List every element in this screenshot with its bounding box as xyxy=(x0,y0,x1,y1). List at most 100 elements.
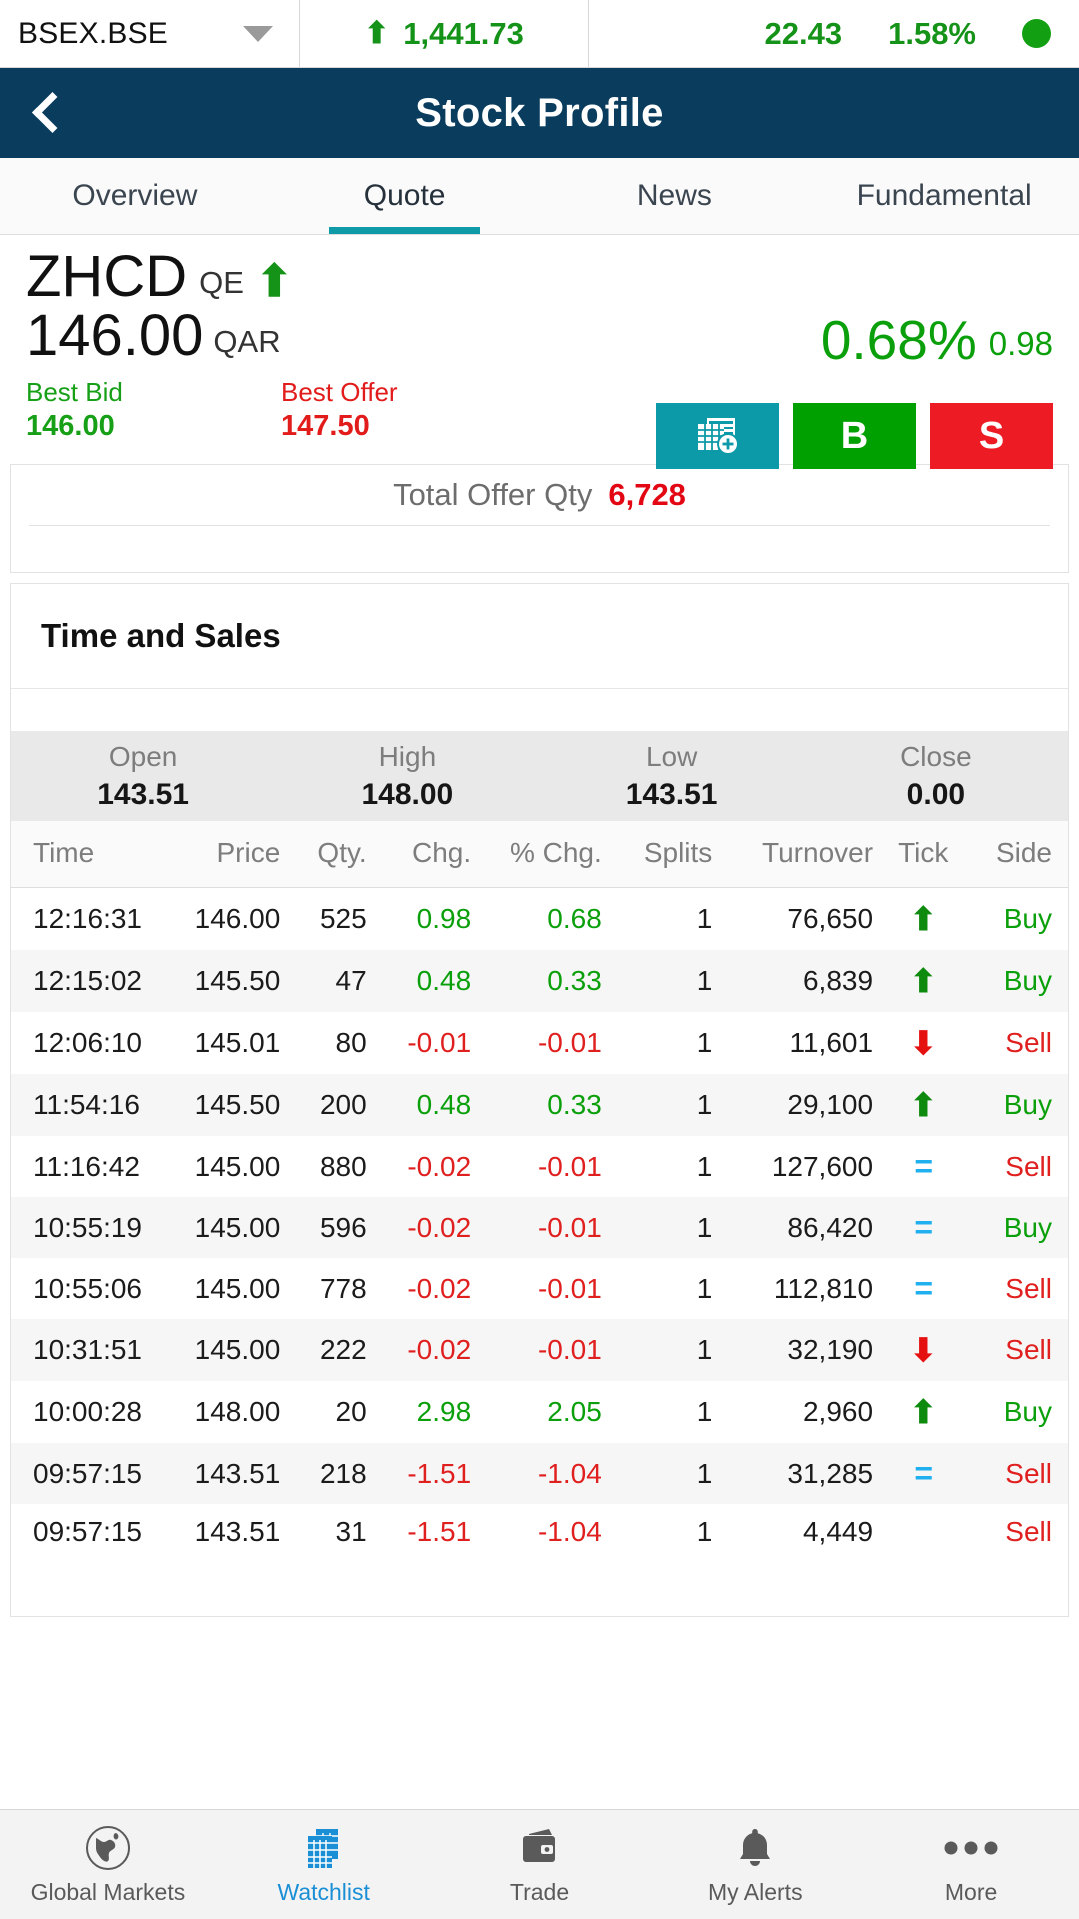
nav-item-more[interactable]: More xyxy=(863,1810,1079,1919)
table-row[interactable]: 09:57:15 143.51 218 -1.51 -1.04 1 31,285 = Sell xyxy=(11,1443,1068,1505)
ellipsis-icon xyxy=(941,1823,1001,1873)
ohlc-high-value: 148.00 xyxy=(361,778,454,812)
column-header-pct-chg[interactable]: % Chg. xyxy=(477,821,608,889)
index-change-group: 22.43 1.58% xyxy=(589,0,1079,67)
total-offer-card: Total Offer Qty 6,728 xyxy=(10,464,1069,574)
cell-pct-chg: -0.01 xyxy=(537,1334,602,1366)
column-header-qty[interactable]: Qty. xyxy=(286,821,373,889)
table-row[interactable]: 12:06:10 145.01 80 -0.01 -0.01 1 11,601 ⬇ Sell xyxy=(11,1012,1068,1075)
tick-equal-icon: = xyxy=(914,1455,933,1492)
cell-side: Sell xyxy=(1005,1334,1052,1366)
cell-splits: 1 xyxy=(696,1396,713,1428)
ohlc-close-label: Close xyxy=(900,740,972,772)
cell-chg: -0.01 xyxy=(407,1027,472,1059)
cell-side: Buy xyxy=(1003,1396,1052,1428)
nav-item-my-alerts[interactable]: My Alerts xyxy=(647,1810,863,1919)
buy-button[interactable]: B xyxy=(793,403,916,469)
cell-chg: -0.02 xyxy=(407,1334,472,1366)
best-offer-block: Best Offer 147.50 xyxy=(281,376,536,445)
table-row[interactable]: 11:54:16 145.50 200 0.48 0.33 1 29,100 ⬆ Buy xyxy=(11,1074,1068,1137)
add-to-watchlist-button[interactable] xyxy=(656,403,779,469)
cell-qty: 200 xyxy=(319,1089,367,1121)
table-footer-spacer xyxy=(11,1560,1068,1617)
stock-summary: ZHCD QE ⬆ 146.00 QAR 0.68% 0.98 Best Bid… xyxy=(0,235,1079,469)
cell-pct-chg: -1.04 xyxy=(537,1516,602,1548)
column-header-turnover[interactable]: Turnover xyxy=(718,821,880,889)
tab-fundamental[interactable]: Fundamental xyxy=(809,158,1079,234)
cell-side: Buy xyxy=(1003,1211,1052,1243)
cell-time: 12:16:31 xyxy=(33,903,142,935)
cell-pct-chg: -0.01 xyxy=(537,1272,602,1304)
cell-chg: 0.98 xyxy=(416,903,472,935)
best-offer-value: 147.50 xyxy=(281,410,370,443)
cell-splits: 1 xyxy=(696,1272,713,1304)
cell-qty: 222 xyxy=(319,1334,367,1366)
column-header-price[interactable]: Price xyxy=(161,821,287,889)
index-symbol-selector[interactable]: BSEX.BSE xyxy=(0,0,300,67)
column-header-chg[interactable]: Chg. xyxy=(372,821,478,889)
tab-overview[interactable]: Overview xyxy=(0,158,270,234)
chevron-down-icon[interactable] xyxy=(243,25,273,42)
bell-icon xyxy=(731,1823,779,1873)
best-offer-label: Best Offer xyxy=(281,376,398,407)
table-row[interactable]: 10:00:28 148.00 20 2.98 2.05 1 2,960 ⬆ Buy xyxy=(11,1381,1068,1444)
index-symbol-label: BSEX.BSE xyxy=(18,16,169,50)
tab-news[interactable]: News xyxy=(540,158,810,234)
total-offer-qty-row: Total Offer Qty 6,728 xyxy=(11,465,1068,525)
cell-splits: 1 xyxy=(696,1211,713,1243)
cell-price: 145.50 xyxy=(194,1089,281,1121)
column-header-side[interactable]: Side xyxy=(967,821,1068,889)
nav-item-global-markets[interactable]: Global Markets xyxy=(0,1810,216,1919)
cell-qty: 596 xyxy=(319,1211,367,1243)
tab-quote[interactable]: Quote xyxy=(270,158,540,234)
column-header-time[interactable]: Time xyxy=(11,821,162,889)
cell-qty: 80 xyxy=(335,1027,367,1059)
best-bid-block: Best Bid 146.00 xyxy=(26,376,281,445)
market-status-dot-icon xyxy=(1022,19,1051,48)
column-header-splits[interactable]: Splits xyxy=(607,821,719,889)
cell-time: 09:57:15 xyxy=(33,1457,142,1489)
cell-pct-chg: -0.01 xyxy=(537,1211,602,1243)
cell-time: 12:15:02 xyxy=(33,965,142,997)
table-row[interactable]: 12:16:31 146.00 525 0.98 0.68 1 76,650 ⬆ Buy xyxy=(11,887,1068,951)
cell-pct-chg: -0.01 xyxy=(537,1150,602,1182)
cell-pct-chg: -0.01 xyxy=(537,1027,602,1059)
table-body: 12:16:31 146.00 525 0.98 0.68 1 76,650 ⬆ Buy 12:1… xyxy=(11,887,1068,1561)
cell-chg: 0.48 xyxy=(416,1089,472,1121)
cell-turnover: 112,810 xyxy=(773,1272,874,1304)
sell-button[interactable]: S xyxy=(930,403,1053,469)
cell-pct-chg: 0.33 xyxy=(547,1089,602,1121)
cell-time: 11:16:42 xyxy=(33,1150,140,1182)
cell-splits: 1 xyxy=(696,1457,713,1489)
cell-time: 10:31:51 xyxy=(33,1334,142,1366)
tick-equal-icon: = xyxy=(914,1209,933,1246)
cell-qty: 218 xyxy=(319,1457,367,1489)
table-row[interactable]: 11:16:42 145.00 880 -0.02 -0.01 1 127,600 = Sell xyxy=(11,1136,1068,1198)
table-row[interactable]: 10:31:51 145.00 222 -0.02 -0.01 1 32,190 ⬇ Sell xyxy=(11,1319,1068,1382)
cell-pct-chg: 2.05 xyxy=(547,1396,602,1428)
back-chevron-left-icon[interactable] xyxy=(30,96,64,130)
index-change-absolute: 22.43 xyxy=(764,15,843,51)
cell-turnover: 76,650 xyxy=(787,903,874,935)
change-absolute: 0.98 xyxy=(988,325,1053,362)
cell-side: Sell xyxy=(1005,1516,1052,1548)
cell-turnover: 127,600 xyxy=(771,1150,874,1182)
table-row[interactable]: 12:15:02 145.50 47 0.48 0.33 1 6,839 ⬆ Buy xyxy=(11,950,1068,1013)
change-block: 0.68% 0.98 xyxy=(821,313,1053,368)
table-row[interactable]: 10:55:19 145.00 596 -0.02 -0.01 1 86,420 = Buy xyxy=(11,1197,1068,1259)
cell-price: 145.00 xyxy=(194,1272,281,1304)
time-and-sales-table: Time Price Qty. Chg. % Chg. Splits Turno… xyxy=(11,821,1068,1561)
table-row[interactable]: 10:55:06 145.00 778 -0.02 -0.01 1 112,810 = Sell xyxy=(11,1258,1068,1320)
nav-item-trade[interactable]: Trade xyxy=(432,1810,648,1919)
table-row[interactable]: 09:57:15 143.51 31 -1.51 -1.04 1 4,449 Sell xyxy=(11,1504,1068,1561)
nav-item-watchlist[interactable]: Watchlist xyxy=(216,1810,432,1919)
best-bid-label: Best Bid xyxy=(26,376,123,407)
index-value: 1,441.73 xyxy=(403,15,524,51)
change-percent: 0.68% xyxy=(820,309,977,371)
cell-chg: -0.02 xyxy=(407,1211,472,1243)
cell-time: 10:00:28 xyxy=(33,1396,142,1428)
cell-turnover: 11,601 xyxy=(789,1027,874,1059)
cell-chg: 2.98 xyxy=(416,1396,472,1428)
column-header-tick[interactable]: Tick xyxy=(879,821,968,889)
cell-chg: -1.51 xyxy=(407,1516,472,1548)
